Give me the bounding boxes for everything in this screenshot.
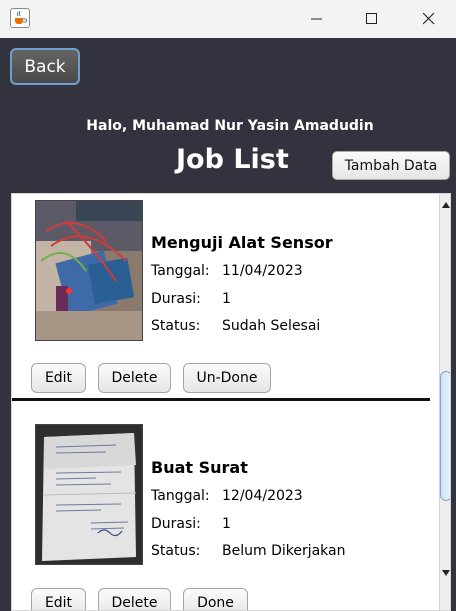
edit-button[interactable]: Edit (31, 588, 86, 610)
page-title: Job List (176, 144, 289, 175)
job-date-row: Tanggal: 12/04/2023 (151, 488, 303, 504)
job-title: Menguji Alat Sensor (151, 233, 333, 252)
duration-label: Durasi: (151, 516, 201, 532)
status-label: Status: (151, 543, 201, 559)
job-photo (35, 200, 143, 341)
job-duration-row: Durasi: 1 (151, 291, 231, 307)
delete-button[interactable]: Delete (98, 363, 171, 393)
job-card: Buat Surat Tanggal: 12/04/2023 Durasi: 1… (12, 404, 430, 610)
maximize-button[interactable] (349, 0, 395, 38)
date-label: Tanggal: (151, 488, 210, 504)
date-value: 11/04/2023 (222, 263, 303, 279)
scroll-up-arrow-icon[interactable] (440, 198, 450, 212)
window-titlebar (0, 0, 456, 38)
duration-label: Durasi: (151, 291, 201, 307)
status-label: Status: (151, 318, 201, 334)
job-date-row: Tanggal: 11/04/2023 (151, 263, 303, 279)
delete-button[interactable]: Delete (98, 588, 171, 610)
date-label: Tanggal: (151, 263, 210, 279)
back-button[interactable]: Back (10, 48, 80, 85)
maximize-icon (366, 13, 377, 24)
minimize-icon (311, 18, 322, 20)
duration-value: 1 (222, 516, 231, 532)
scroll-down-arrow-icon[interactable] (440, 566, 450, 580)
close-icon (423, 13, 435, 25)
job-status-row: Status: Sudah Selesai (151, 318, 320, 334)
job-duration-row: Durasi: 1 (151, 516, 231, 532)
close-button[interactable] (406, 0, 452, 38)
minimize-button[interactable] (294, 0, 340, 38)
job-status-row: Status: Belum Dikerjakan (151, 543, 346, 559)
undone-button[interactable]: Un-Done (183, 363, 271, 393)
job-photo (35, 424, 143, 565)
vertical-scrollbar[interactable] (439, 194, 450, 610)
job-title: Buat Surat (151, 458, 248, 477)
date-value: 12/04/2023 (222, 488, 303, 504)
greeting-text: Halo, Muhamad Nur Yasin Amadudin (86, 118, 374, 134)
job-list-panel[interactable]: Menguji Alat Sensor Tanggal: 11/04/2023 … (11, 193, 451, 611)
java-coffee-icon (10, 8, 30, 28)
scrollbar-thumb[interactable] (440, 371, 450, 501)
job-card: Menguji Alat Sensor Tanggal: 11/04/2023 … (12, 194, 430, 401)
done-button[interactable]: Done (183, 588, 248, 610)
status-value: Belum Dikerjakan (222, 543, 346, 559)
duration-value: 1 (222, 291, 231, 307)
status-value: Sudah Selesai (222, 318, 321, 334)
add-data-button[interactable]: Tambah Data (332, 151, 450, 180)
edit-button[interactable]: Edit (31, 363, 86, 393)
